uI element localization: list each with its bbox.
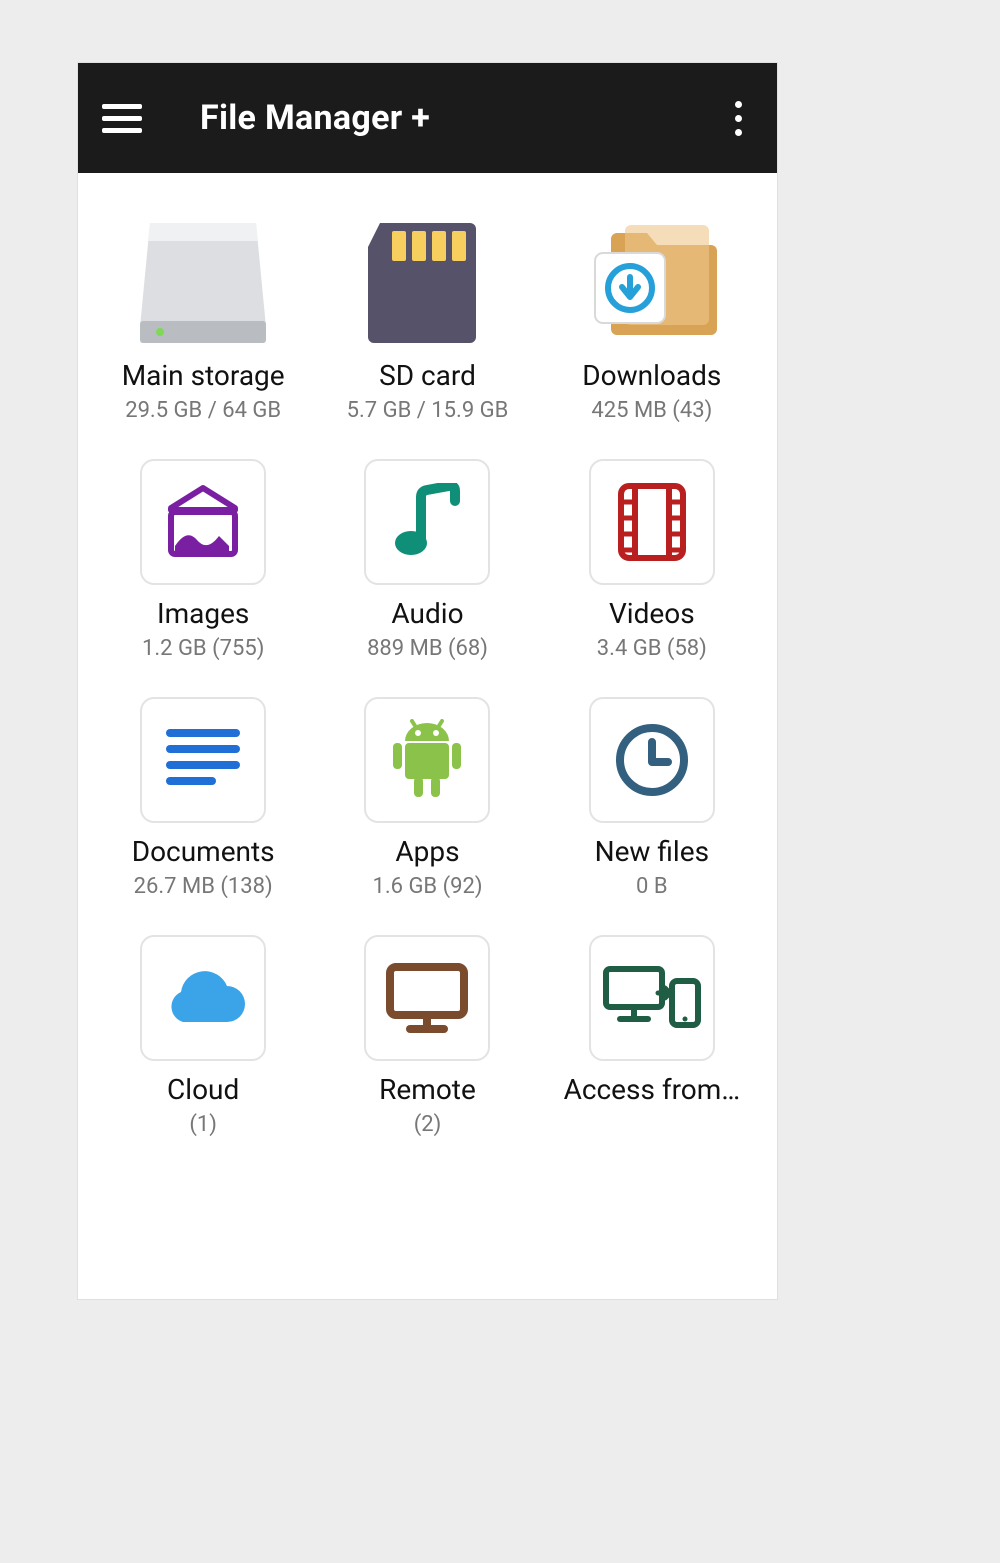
item-label: Videos [609,597,695,630]
item-main-storage[interactable]: Main storage 29.5 GB / 64 GB [94,217,312,459]
document-icon [140,697,266,823]
item-cloud[interactable]: Cloud (1) [94,935,312,1173]
category-grid: Main storage 29.5 GB / 64 GB SD card 5.7… [78,173,777,1173]
remote-icon [364,935,490,1061]
item-label: Documents [132,835,275,868]
item-documents[interactable]: Documents 26.7 MB (138) [94,697,312,935]
audio-icon [364,459,490,585]
item-sub: 889 MB (68) [367,636,488,661]
item-label: Downloads [582,359,721,392]
item-sub: 29.5 GB / 64 GB [125,398,281,423]
item-sub: 1.6 GB (92) [372,874,482,899]
item-images[interactable]: Images 1.2 GB (755) [94,459,312,697]
access-icon [589,935,715,1061]
video-icon [589,459,715,585]
item-sub: 0 B [636,874,668,899]
app-window: File Manager + Main storage 29.5 GB / 64… [78,63,777,1299]
item-apps[interactable]: Apps 1.6 GB (92) [318,697,536,935]
overflow-menu-icon[interactable] [723,98,753,138]
downloads-icon [577,217,727,347]
item-label: SD card [379,359,476,392]
apps-icon [364,697,490,823]
menu-icon[interactable] [102,98,142,138]
item-sub: 5.7 GB / 15.9 GB [347,398,509,423]
sdcard-icon [352,217,502,347]
drive-icon [128,217,278,347]
item-sub: 3.4 GB (58) [597,636,707,661]
item-sd-card[interactable]: SD card 5.7 GB / 15.9 GB [318,217,536,459]
item-audio[interactable]: Audio 889 MB (68) [318,459,536,697]
item-downloads[interactable]: Downloads 425 MB (43) [543,217,761,459]
item-label: Apps [395,835,459,868]
item-label: Access from… [564,1073,740,1106]
cloud-icon [140,935,266,1061]
item-sub: (2) [414,1112,442,1137]
item-sub: 26.7 MB (138) [134,874,273,899]
item-label: Audio [391,597,463,630]
app-title: File Manager + [200,98,430,138]
image-icon [140,459,266,585]
item-label: Cloud [167,1073,239,1106]
item-label: Remote [379,1073,476,1106]
item-new-files[interactable]: New files 0 B [543,697,761,935]
clock-icon [589,697,715,823]
item-access-from[interactable]: Access from… [543,935,761,1173]
item-sub: 425 MB (43) [591,398,712,423]
app-bar: File Manager + [78,63,777,173]
item-sub: (1) [189,1112,217,1137]
item-remote[interactable]: Remote (2) [318,935,536,1173]
item-sub: 1.2 GB (755) [142,636,264,661]
item-label: New files [595,835,709,868]
item-label: Main storage [122,359,285,392]
item-label: Images [157,597,249,630]
item-videos[interactable]: Videos 3.4 GB (58) [543,459,761,697]
